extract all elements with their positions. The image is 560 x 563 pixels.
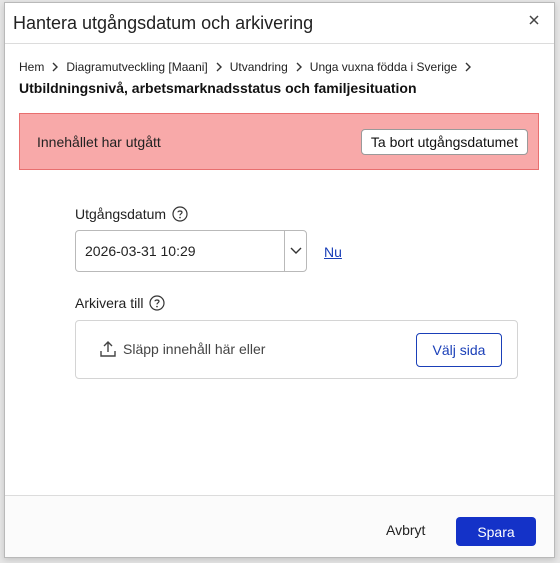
cancel-button[interactable]: Avbryt — [386, 522, 425, 538]
breadcrumb-item-utvandring[interactable]: Utvandring — [230, 60, 288, 74]
archive-label-row: Arkivera till — [75, 295, 166, 311]
expiry-date-field — [75, 230, 307, 272]
breadcrumb: Hem Diagramutveckling [Maani] Utvandring… — [19, 60, 479, 74]
breadcrumb-item-diagramutveckling[interactable]: Diagramutveckling [Maani] — [66, 60, 207, 74]
remove-expiry-button[interactable]: Ta bort utgångsdatumet — [360, 129, 528, 155]
expiry-date-input[interactable] — [76, 231, 282, 271]
pick-page-button[interactable]: Välj sida — [416, 333, 502, 367]
chevron-right-icon — [213, 61, 225, 73]
archive-dropzone[interactable]: Släpp innehåll här eller Välj sida — [75, 320, 518, 379]
dialog-footer: Avbryt Spara — [5, 495, 554, 557]
help-circle-icon[interactable] — [149, 295, 166, 311]
chevron-right-icon — [49, 61, 61, 73]
chevron-down-icon[interactable] — [285, 231, 307, 271]
dialog-title: Hantera utgångsdatum och arkivering — [13, 13, 314, 33]
expired-alert: Innehållet har utgått Ta bort utgångsdat… — [19, 113, 539, 170]
breadcrumb-item-hem[interactable]: Hem — [19, 60, 44, 74]
close-icon[interactable] — [524, 10, 544, 30]
chevron-right-icon — [293, 61, 305, 73]
dialog-header: Hantera utgångsdatum och arkivering — [5, 3, 554, 44]
save-button[interactable]: Spara — [456, 517, 536, 546]
help-circle-icon[interactable] — [172, 206, 188, 222]
chevron-right-icon — [462, 61, 474, 73]
expiry-label: Utgångsdatum — [75, 206, 167, 222]
alert-text: Innehållet har utgått — [37, 134, 161, 150]
upload-icon — [98, 339, 118, 359]
page-title: Utbildningsnivå, arbetsmarknadsstatus oc… — [19, 80, 417, 96]
expiry-archive-dialog: Hantera utgångsdatum och arkivering Hem … — [4, 2, 555, 558]
archive-label: Arkivera till — [75, 295, 144, 311]
expiry-label-row: Utgångsdatum — [75, 206, 188, 222]
breadcrumb-item-unga-vuxna[interactable]: Unga vuxna födda i Sverige — [310, 60, 457, 74]
now-link[interactable]: Nu — [324, 244, 342, 260]
dropzone-text: Släpp innehåll här eller — [123, 341, 266, 357]
